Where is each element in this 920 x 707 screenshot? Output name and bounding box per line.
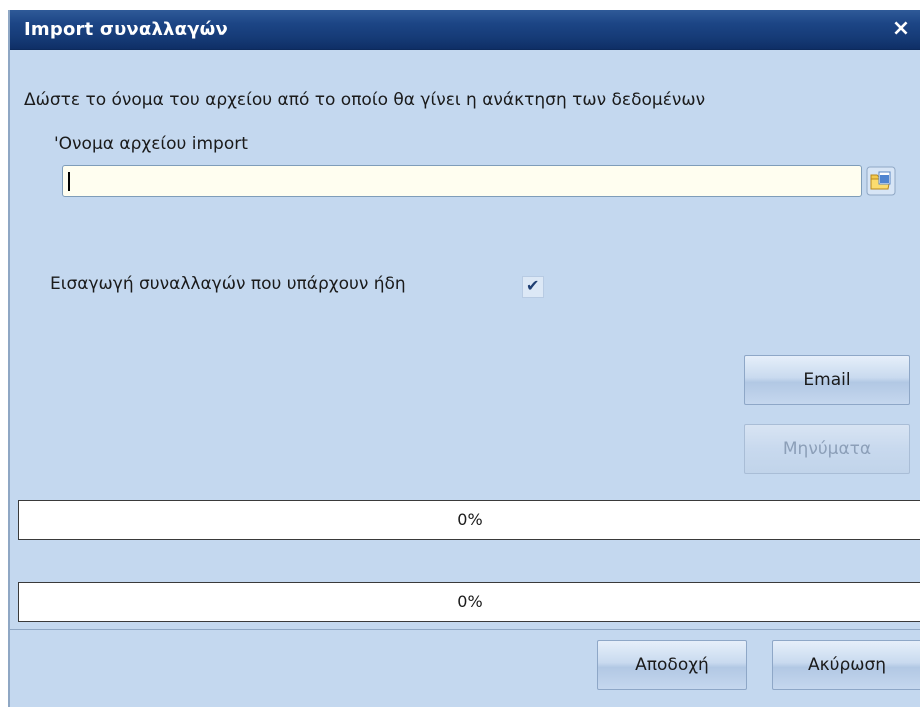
file-name-label: 'Ονομα αρχείου import — [54, 134, 248, 154]
import-dialog: Import συναλλαγών × Δώστε το όνομα του α… — [8, 10, 920, 707]
progress-bar-primary: 0% — [18, 500, 920, 540]
title-bar[interactable]: Import συναλλαγών × — [10, 10, 920, 50]
accept-button[interactable]: Αποδοχή — [597, 640, 747, 690]
close-icon[interactable]: × — [888, 16, 914, 42]
import-existing-label: Εισαγωγή συναλλαγών που υπάρχουν ήδη — [50, 274, 406, 294]
import-existing-checkbox[interactable]: ✔ — [522, 276, 544, 298]
progress-text-secondary: 0% — [457, 592, 483, 611]
check-icon: ✔ — [526, 276, 540, 295]
messages-button[interactable]: Μηνύματα — [744, 424, 910, 474]
cancel-button[interactable]: Ακύρωση — [772, 640, 920, 690]
progress-text-primary: 0% — [457, 510, 483, 529]
progress-bar-secondary: 0% — [18, 582, 920, 622]
file-name-input[interactable] — [62, 165, 862, 197]
text-caret — [68, 172, 70, 191]
instruction-text: Δώστε το όνομα του αρχείου από το οποίο … — [24, 90, 706, 110]
folder-browse-icon — [866, 166, 896, 196]
footer-divider — [10, 629, 920, 630]
dialog-title: Import συναλλαγών — [24, 19, 228, 40]
browse-button[interactable] — [866, 166, 896, 196]
email-button[interactable]: Email — [744, 355, 910, 405]
